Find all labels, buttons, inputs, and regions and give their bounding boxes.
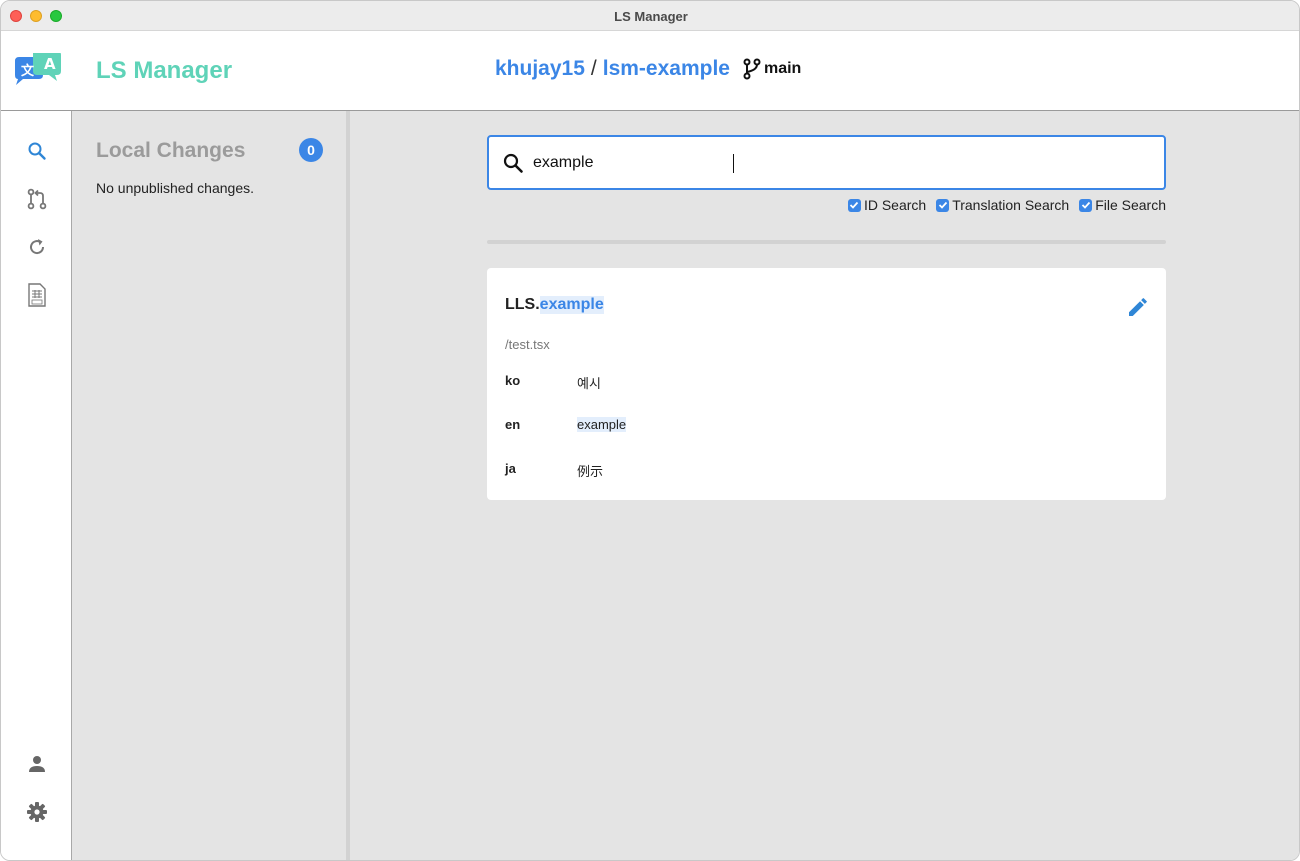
search-input[interactable]: [533, 151, 1133, 175]
checkmark-icon: [1081, 201, 1090, 209]
file-search-label: File Search: [1095, 197, 1166, 213]
app-header: 文 A LS Manager khujay15 / lsm-example ma…: [1, 31, 1299, 111]
result-key[interactable]: LLS. example: [505, 296, 604, 314]
rail-search-button[interactable]: [23, 137, 51, 165]
rail-pull-request-button[interactable]: [23, 185, 51, 213]
file-search-option[interactable]: File Search: [1079, 197, 1166, 213]
sidebar-rail: [1, 111, 72, 860]
pull-request-icon: [27, 188, 47, 210]
breadcrumb-separator: /: [590, 57, 597, 80]
spreadsheet-file-icon: [28, 283, 46, 307]
svg-text:A: A: [44, 55, 56, 73]
git-branch-icon: [743, 58, 761, 80]
translation-row: ko 예시: [505, 373, 601, 392]
search-icon: [28, 142, 46, 160]
changes-count-badge: 0: [299, 138, 323, 162]
rail-sheet-button[interactable]: [23, 281, 51, 309]
results-divider: [487, 240, 1166, 244]
rail-profile-button[interactable]: [23, 750, 51, 778]
result-file-path: /test.tsx: [505, 337, 550, 352]
local-changes-title: Local Changes: [96, 139, 246, 162]
app-logo-icon: 文 A: [15, 53, 61, 85]
local-changes-panel: Local Changes 0 No unpublished changes.: [72, 111, 350, 860]
translation-value: example: [577, 417, 627, 432]
id-search-checkbox[interactable]: [847, 198, 861, 212]
user-icon: [29, 756, 45, 772]
search-options: ID Search Translation Search File Search: [838, 197, 1166, 213]
app-name: LS Manager: [96, 57, 233, 84]
gear-icon: [27, 802, 47, 822]
title-bar: LS Manager: [1, 1, 1299, 31]
search-box[interactable]: [487, 135, 1166, 190]
checkmark-icon: [938, 201, 947, 209]
result-card: LLS. example /test.tsx ko 예시 en example …: [487, 268, 1166, 500]
branch-name: main: [763, 60, 802, 77]
refresh-icon: [30, 239, 45, 255]
repo-breadcrumb: khujay15 / lsm-example main: [495, 57, 801, 81]
file-search-checkbox[interactable]: [1079, 198, 1093, 212]
result-key-match: example: [539, 296, 604, 314]
translation-lang: en: [505, 417, 521, 432]
id-search-option[interactable]: ID Search: [847, 197, 927, 213]
edit-pencil-icon[interactable]: [1126, 295, 1150, 319]
branch-selector[interactable]: main: [742, 58, 801, 80]
rail-refresh-button[interactable]: [23, 233, 51, 261]
translation-search-label: Translation Search: [952, 197, 1070, 213]
no-changes-message: No unpublished changes.: [96, 180, 255, 196]
search-main: ID Search Translation Search File Search…: [350, 111, 1299, 860]
translation-lang: ja: [505, 461, 516, 476]
text-caret: [733, 154, 734, 173]
search-icon: [503, 153, 523, 173]
id-search-label: ID Search: [863, 197, 927, 213]
window-title: LS Manager: [614, 9, 688, 24]
translation-value: 例示: [577, 464, 604, 479]
svg-text:文: 文: [21, 63, 35, 79]
result-key-prefix: LLS.: [505, 296, 540, 313]
translation-search-checkbox[interactable]: [936, 198, 950, 212]
translation-row: en example: [505, 417, 627, 432]
repo-owner-link[interactable]: khujay15: [495, 57, 585, 81]
rail-settings-button[interactable]: [23, 798, 51, 826]
translation-lang: ko: [505, 373, 521, 388]
repo-name-link[interactable]: lsm-example: [603, 57, 730, 81]
app-window: LS Manager 文 A LS Manager khujay15 / lsm…: [0, 0, 1300, 861]
checkmark-icon: [850, 201, 859, 209]
translation-value: 예시: [577, 376, 601, 391]
translation-row: ja 例示: [505, 461, 603, 480]
translation-search-option[interactable]: Translation Search: [936, 197, 1069, 213]
